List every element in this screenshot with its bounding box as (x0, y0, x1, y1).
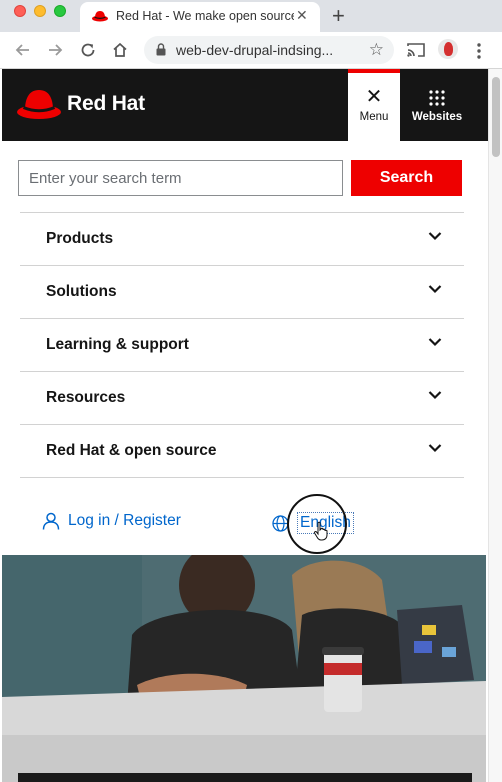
redhat-shadowman-icon (17, 90, 61, 119)
hero-footer-band (2, 735, 486, 782)
nav-menu: Products Solutions Learning & support Re… (20, 212, 464, 478)
tab-strip: Red Hat - We make open source technologi… (0, 0, 502, 32)
nav-item-resources[interactable]: Resources (20, 372, 464, 425)
page-viewport: Red Hat ✕ Menu Websites Search Products (0, 69, 502, 782)
login-register-link[interactable]: Log in / Register (42, 512, 181, 530)
menu-close-button[interactable]: ✕ Menu (348, 69, 400, 141)
chevron-down-icon (428, 285, 442, 294)
home-icon[interactable] (111, 41, 129, 59)
tab-close-icon[interactable]: ✕ (296, 7, 308, 24)
search-input[interactable] (18, 160, 343, 196)
reload-icon[interactable] (79, 41, 97, 59)
hero-image (2, 555, 486, 735)
forward-icon[interactable] (46, 41, 64, 59)
grid-icon (429, 90, 445, 106)
nav-item-label: Red Hat & open source (46, 442, 217, 459)
address-bar[interactable]: web-dev-drupal-indsing... ☆ (144, 36, 394, 64)
websites-button[interactable]: Websites (400, 69, 474, 141)
chevron-down-icon (428, 232, 442, 241)
nav-item-label: Solutions (46, 283, 117, 300)
chevron-down-icon (428, 391, 442, 400)
browser-tab[interactable]: Red Hat - We make open source technologi… (80, 2, 320, 32)
close-window-button[interactable] (14, 5, 26, 17)
close-icon: ✕ (365, 86, 383, 108)
menu-label: Menu (359, 111, 389, 123)
search-button[interactable]: Search (351, 160, 462, 196)
nav-item-label: Resources (46, 389, 126, 406)
browser-toolbar: web-dev-drupal-indsing... ☆ (0, 32, 502, 69)
redhat-logo[interactable]: Red Hat (16, 83, 145, 125)
lock-icon[interactable] (156, 43, 166, 56)
brand-name: Red Hat (67, 92, 145, 115)
nav-item-products[interactable]: Products (20, 213, 464, 266)
nav-item-label: Products (46, 230, 114, 247)
nav-item-redhat-open-source[interactable]: Red Hat & open source (20, 425, 464, 478)
chevron-down-icon (428, 444, 442, 453)
nav-item-learning-support[interactable]: Learning & support (20, 319, 464, 372)
user-icon (42, 512, 60, 530)
back-icon[interactable] (14, 41, 32, 59)
hero-photo-illustration (2, 555, 486, 735)
browser-window: Red Hat - We make open source technologi… (0, 0, 502, 782)
new-tab-icon[interactable]: + (332, 3, 345, 29)
chevron-down-icon (428, 338, 442, 347)
page-scrollbar[interactable] (488, 69, 502, 782)
minimize-window-button[interactable] (34, 5, 46, 17)
cast-icon[interactable] (407, 42, 425, 58)
redhat-favicon-icon (92, 11, 108, 22)
site-header: Red Hat ✕ Menu Websites (2, 69, 488, 141)
tab-title: Red Hat - We make open source technologi… (116, 9, 294, 23)
nav-item-solutions[interactable]: Solutions (20, 266, 464, 319)
scrollbar-thumb[interactable] (492, 77, 500, 157)
login-register-label: Log in / Register (68, 512, 181, 529)
url-text: web-dev-drupal-indsing... (176, 42, 334, 58)
kebab-menu-icon[interactable] (476, 42, 482, 60)
hero-dark-bar (18, 773, 472, 782)
maximize-window-button[interactable] (54, 5, 66, 17)
star-icon[interactable]: ☆ (369, 40, 384, 60)
hand-pointer-icon (313, 521, 328, 541)
websites-label: Websites (411, 111, 463, 123)
nav-item-label: Learning & support (46, 336, 189, 353)
profile-avatar[interactable] (438, 39, 458, 59)
